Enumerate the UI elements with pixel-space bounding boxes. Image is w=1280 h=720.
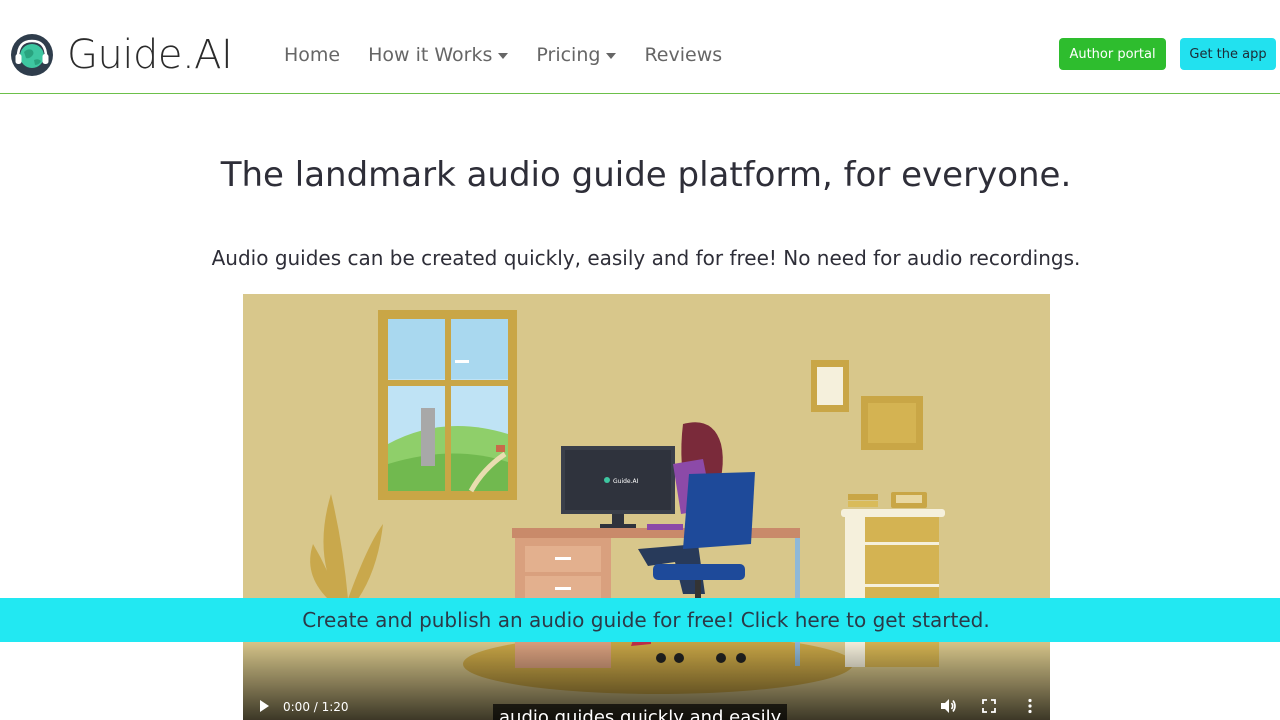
fullscreen-icon[interactable]	[980, 697, 998, 715]
chevron-down-icon	[498, 52, 509, 59]
nav-item-home[interactable]: Home	[284, 42, 340, 68]
volume-icon[interactable]	[939, 697, 957, 715]
nav-item-label: Home	[284, 44, 341, 66]
chevron-down-icon	[606, 52, 617, 59]
video-controls: 0:00 / 1:20 audio guides quickly and eas…	[243, 640, 1050, 720]
headphones-globe-icon	[11, 33, 53, 76]
more-vertical-icon[interactable]	[1021, 697, 1039, 715]
video-caption: audio guides quickly and easily	[493, 704, 788, 720]
main-nav: Home How it Works Pricing Reviews	[284, 42, 750, 68]
page-title: The landmark audio guide platform, for e…	[220, 155, 1072, 195]
nav-item-label: How it Works	[368, 44, 493, 66]
get-started-banner[interactable]: Create and publish an audio guide for fr…	[0, 598, 1280, 642]
nav-item-reviews[interactable]: Reviews	[644, 42, 722, 68]
monitor-logo-text: Guide.AI	[613, 478, 639, 485]
nav-item-pricing[interactable]: Pricing	[536, 42, 617, 68]
brand-name: Guide.AI	[67, 31, 233, 78]
nav-item-label: Reviews	[644, 44, 723, 66]
navbar: Guide.AI Home How it Works Pricing Revie…	[0, 0, 1280, 94]
nav-item-how-it-works[interactable]: How it Works	[368, 42, 509, 68]
video-time: 0:00 / 1:20	[283, 700, 349, 714]
promo-video[interactable]: Guide.AI 0:00 / 1:20 audio guides quickl…	[243, 294, 1050, 720]
get-the-app-button[interactable]: Get the app	[1180, 38, 1276, 70]
play-icon[interactable]	[257, 699, 271, 713]
nav-item-label: Pricing	[536, 44, 601, 66]
brand[interactable]: Guide.AI	[10, 31, 233, 78]
hero-subtitle: Audio guides can be created quickly, eas…	[211, 246, 1081, 270]
banner-text: Create and publish an audio guide for fr…	[302, 608, 990, 632]
author-portal-button[interactable]: Author portal	[1059, 38, 1166, 70]
